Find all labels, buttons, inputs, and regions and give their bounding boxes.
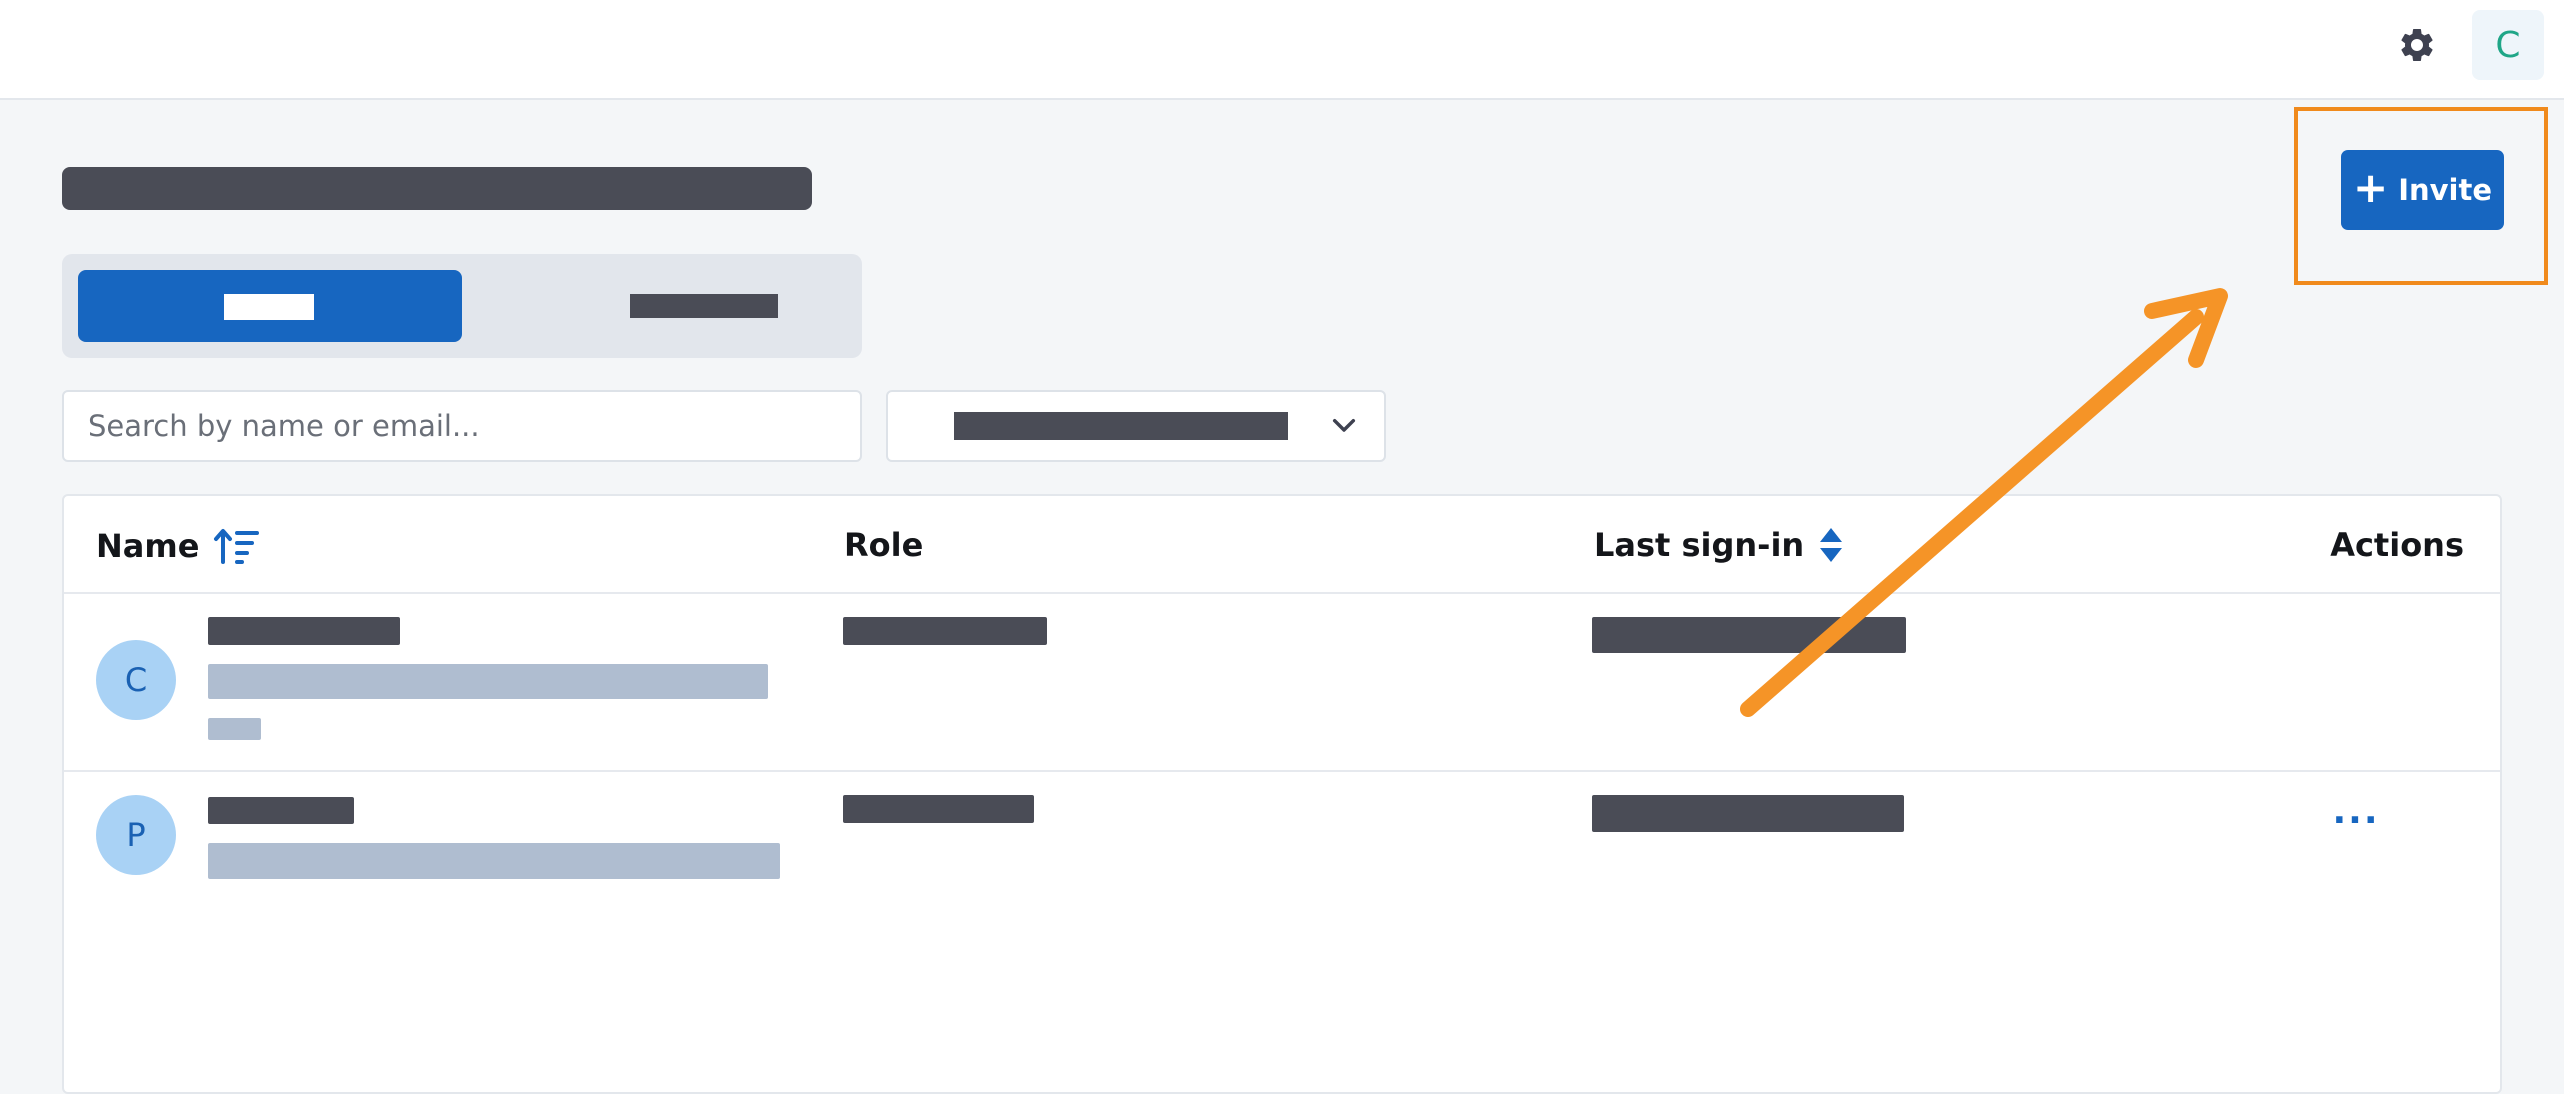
tab-group	[62, 254, 862, 358]
filter-select[interactable]	[886, 390, 1386, 462]
avatar: P	[96, 795, 176, 875]
column-header-name[interactable]: Name	[96, 526, 260, 566]
top-bar: C	[0, 0, 2564, 100]
filter-select-value	[954, 412, 1288, 440]
sort-both-icon[interactable]	[1818, 526, 1844, 564]
column-header-actions-label: Actions	[2330, 526, 2464, 564]
user-role	[843, 617, 1047, 645]
user-last-signin	[1592, 617, 1906, 653]
tab-inactive-label	[630, 294, 778, 318]
invite-button-label: Invite	[2398, 173, 2492, 207]
column-header-role: Role	[844, 526, 923, 564]
column-header-name-label: Name	[96, 527, 200, 565]
user-last-signin	[1592, 795, 1904, 832]
gear-icon[interactable]	[2397, 25, 2437, 65]
plus-icon: +	[2352, 163, 2389, 212]
user-avatar[interactable]: C	[2472, 10, 2544, 80]
tab-inactive[interactable]	[472, 270, 856, 342]
ellipsis-icon[interactable]: ...	[2326, 794, 2386, 840]
sort-ascending-icon[interactable]	[213, 526, 260, 566]
user-role	[843, 795, 1034, 823]
column-header-actions: Actions	[2330, 526, 2464, 564]
tab-active-label	[224, 294, 314, 320]
user-badge	[208, 718, 261, 740]
user-email	[208, 843, 780, 879]
tab-active[interactable]	[78, 270, 462, 342]
avatar: C	[96, 640, 176, 720]
user-name	[208, 617, 400, 645]
chevron-down-icon	[1332, 418, 1356, 432]
column-header-last-signin[interactable]: Last sign-in	[1594, 526, 1844, 564]
search-input[interactable]	[62, 390, 862, 462]
column-header-last-signin-label: Last sign-in	[1594, 526, 1805, 564]
column-header-role-label: Role	[844, 526, 924, 564]
row-divider	[64, 770, 2500, 772]
users-table: Name Role Last sign-in Actions	[62, 494, 2502, 1094]
user-email	[208, 664, 768, 699]
user-name	[208, 797, 354, 824]
header-divider	[64, 592, 2500, 594]
page-title	[62, 167, 812, 210]
invite-button[interactable]: + Invite	[2341, 150, 2504, 230]
more-actions-label: ...	[2332, 791, 2380, 832]
